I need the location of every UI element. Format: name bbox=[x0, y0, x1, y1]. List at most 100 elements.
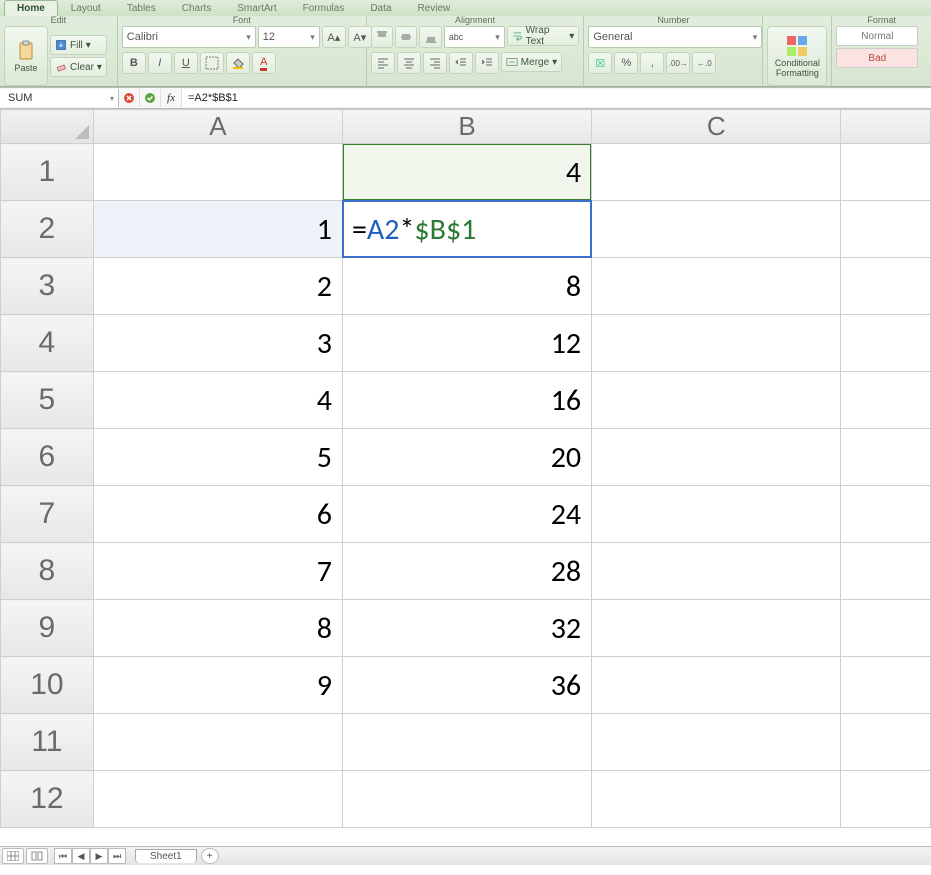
tab-tables[interactable]: Tables bbox=[114, 0, 169, 16]
cell-B6[interactable]: 20 bbox=[342, 429, 591, 486]
cell-C2[interactable] bbox=[592, 201, 841, 258]
row-header-5[interactable]: 5 bbox=[1, 372, 94, 429]
cell-C4[interactable] bbox=[592, 315, 841, 372]
increase-indent-button[interactable] bbox=[475, 52, 499, 74]
cell-A1[interactable] bbox=[93, 144, 342, 201]
increase-font-button[interactable]: A▴ bbox=[322, 26, 346, 48]
italic-button[interactable]: I bbox=[148, 52, 172, 74]
cell-B10[interactable]: 36 bbox=[342, 657, 591, 714]
cell-D4[interactable] bbox=[841, 315, 931, 372]
font-name-select[interactable]: Calibri bbox=[122, 26, 256, 48]
tab-review[interactable]: Review bbox=[404, 0, 463, 16]
cell-C1[interactable] bbox=[592, 144, 841, 201]
cell-D2[interactable] bbox=[841, 201, 931, 258]
cell-B9[interactable]: 32 bbox=[342, 600, 591, 657]
align-middle-button[interactable] bbox=[395, 26, 417, 48]
cell-A12[interactable] bbox=[93, 771, 342, 828]
sheet-prev-button[interactable]: ◀ bbox=[72, 848, 90, 864]
enter-formula-button[interactable] bbox=[140, 89, 161, 107]
cell-C9[interactable] bbox=[592, 600, 841, 657]
col-header-C[interactable]: C bbox=[592, 110, 841, 144]
cell-B8[interactable]: 28 bbox=[342, 543, 591, 600]
cell-B7[interactable]: 24 bbox=[342, 486, 591, 543]
cell-A8[interactable]: 7 bbox=[93, 543, 342, 600]
row-header-2[interactable]: 2 bbox=[1, 201, 94, 258]
cell-D12[interactable] bbox=[841, 771, 931, 828]
conditional-formatting-button[interactable]: Conditional Formatting bbox=[767, 26, 827, 86]
fill-button[interactable]: Fill▾ bbox=[50, 35, 107, 55]
cell-A9[interactable]: 8 bbox=[93, 600, 342, 657]
cell-D3[interactable] bbox=[841, 258, 931, 315]
cell-C6[interactable] bbox=[592, 429, 841, 486]
align-right-button[interactable] bbox=[423, 52, 447, 74]
cell-C10[interactable] bbox=[592, 657, 841, 714]
cell-D5[interactable] bbox=[841, 372, 931, 429]
row-header-1[interactable]: 1 bbox=[1, 144, 94, 201]
cancel-formula-button[interactable] bbox=[119, 89, 140, 107]
style-bad[interactable]: Bad bbox=[836, 48, 918, 68]
sheet-tab-1[interactable]: Sheet1 bbox=[135, 849, 197, 863]
cell-A10[interactable]: 9 bbox=[93, 657, 342, 714]
borders-button[interactable] bbox=[200, 52, 224, 74]
comma-button[interactable]: , bbox=[640, 52, 664, 74]
cell-D6[interactable] bbox=[841, 429, 931, 486]
cell-D7[interactable] bbox=[841, 486, 931, 543]
align-center-button[interactable] bbox=[397, 52, 421, 74]
row-header-10[interactable]: 10 bbox=[1, 657, 94, 714]
row-header-12[interactable]: 12 bbox=[1, 771, 94, 828]
cell-A7[interactable]: 6 bbox=[93, 486, 342, 543]
cell-B1[interactable]: 4 bbox=[342, 144, 591, 201]
cell-B2[interactable]: =A2*$B$1 bbox=[342, 201, 591, 258]
align-top-button[interactable] bbox=[371, 26, 393, 48]
col-header-B[interactable]: B bbox=[342, 110, 591, 144]
row-header-6[interactable]: 6 bbox=[1, 429, 94, 486]
cell-D10[interactable] bbox=[841, 657, 931, 714]
font-color-button[interactable]: A bbox=[252, 52, 276, 74]
fx-button[interactable]: fx bbox=[161, 89, 182, 107]
cell-A2[interactable]: 1 bbox=[93, 201, 342, 258]
view-normal-button[interactable] bbox=[2, 848, 24, 864]
cell-editor[interactable]: =A2*$B$1 bbox=[342, 200, 592, 258]
number-format-select[interactable]: General bbox=[588, 26, 762, 48]
cell-D9[interactable] bbox=[841, 600, 931, 657]
cell-C11[interactable] bbox=[592, 714, 841, 771]
cell-C7[interactable] bbox=[592, 486, 841, 543]
formula-input[interactable]: =A2*$B$1 bbox=[182, 89, 931, 107]
col-header-D[interactable] bbox=[841, 110, 931, 144]
cell-A11[interactable] bbox=[93, 714, 342, 771]
cell-C5[interactable] bbox=[592, 372, 841, 429]
clear-button[interactable]: Clear▾ bbox=[50, 57, 107, 77]
row-header-7[interactable]: 7 bbox=[1, 486, 94, 543]
tab-charts[interactable]: Charts bbox=[169, 0, 224, 16]
cell-D1[interactable] bbox=[841, 144, 931, 201]
align-left-button[interactable] bbox=[371, 52, 395, 74]
paste-button[interactable]: Paste bbox=[4, 26, 48, 86]
row-header-8[interactable]: 8 bbox=[1, 543, 94, 600]
tab-formulas[interactable]: Formulas bbox=[290, 0, 358, 16]
tab-data[interactable]: Data bbox=[357, 0, 404, 16]
cell-B5[interactable]: 16 bbox=[342, 372, 591, 429]
cell-D11[interactable] bbox=[841, 714, 931, 771]
row-header-4[interactable]: 4 bbox=[1, 315, 94, 372]
sheet-last-button[interactable]: ⏭ bbox=[108, 848, 126, 864]
percent-button[interactable]: % bbox=[614, 52, 638, 74]
bold-button[interactable]: B bbox=[122, 52, 146, 74]
decrease-decimal-button[interactable]: ←.0 bbox=[692, 52, 716, 74]
style-normal[interactable]: Normal bbox=[836, 26, 918, 46]
cell-A5[interactable]: 4 bbox=[93, 372, 342, 429]
row-header-9[interactable]: 9 bbox=[1, 600, 94, 657]
col-header-A[interactable]: A bbox=[93, 110, 342, 144]
add-sheet-button[interactable]: + bbox=[201, 848, 219, 864]
cell-A6[interactable]: 5 bbox=[93, 429, 342, 486]
cell-D8[interactable] bbox=[841, 543, 931, 600]
align-bottom-button[interactable] bbox=[419, 26, 441, 48]
sheet-first-button[interactable]: ⏮ bbox=[54, 848, 72, 864]
wrap-text-button[interactable]: Wrap Text▾ bbox=[507, 26, 580, 46]
font-size-select[interactable]: 12 bbox=[258, 26, 320, 48]
merge-button[interactable]: Merge▾ bbox=[501, 52, 562, 72]
name-box[interactable]: SUM bbox=[0, 89, 119, 107]
cell-B12[interactable] bbox=[342, 771, 591, 828]
tab-home[interactable]: Home bbox=[4, 0, 58, 16]
cell-A3[interactable]: 2 bbox=[93, 258, 342, 315]
cell-C12[interactable] bbox=[592, 771, 841, 828]
